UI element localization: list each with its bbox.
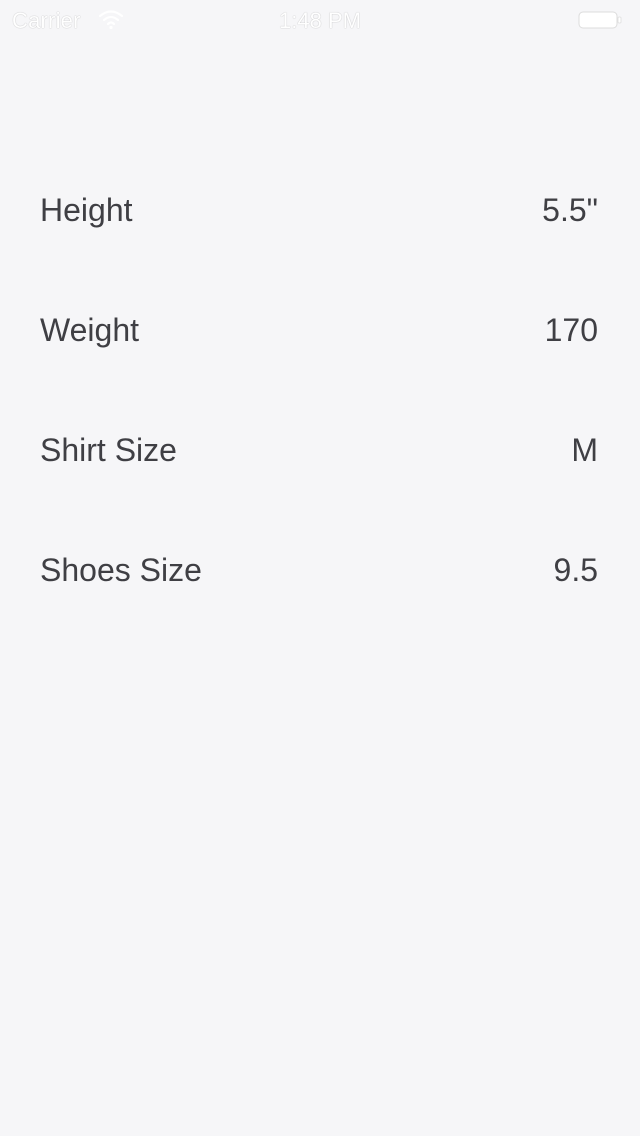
height-value: 5.5" [542,192,598,228]
row-height: Height 5.5" [0,150,640,270]
status-time: 1:48 PM [279,8,361,33]
height-label: Height [40,192,133,228]
shoes-size-value: 9.5 [553,552,598,588]
battery-icon [578,10,622,30]
row-shirt-size: Shirt Size M [0,390,640,510]
status-bar: Carrier 1:48 PM [0,0,640,40]
weight-label: Weight [40,312,140,348]
weight-value: 170 [544,312,598,348]
shirt-size-value: M [571,432,598,468]
shirt-size-label: Shirt Size [40,432,177,468]
shoes-size-label: Shoes Size [40,552,202,588]
row-shoes-size: Shoes Size 9.5 [0,510,640,630]
row-weight: Weight 170 [0,270,640,390]
profile-details-list: Height 5.5" Weight 170 Shirt Size M Shoe… [0,150,640,630]
